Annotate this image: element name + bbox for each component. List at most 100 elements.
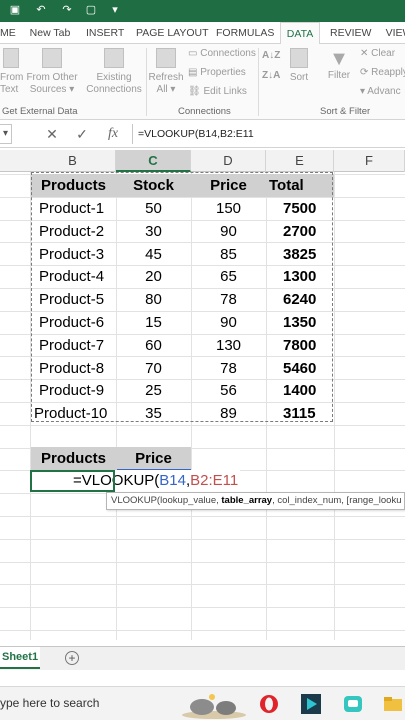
connections-button[interactable]: ▭ Connections bbox=[188, 48, 256, 60]
name-box[interactable]: ▾ bbox=[0, 124, 12, 144]
table-cell[interactable]: 2700 bbox=[266, 220, 334, 243]
tab-formulas[interactable]: FORMULAS bbox=[216, 22, 274, 44]
enter-icon[interactable]: ✓ bbox=[74, 125, 90, 143]
table-cell[interactable]: 6240 bbox=[266, 288, 334, 311]
table-cell[interactable]: 20 bbox=[116, 265, 191, 288]
lookup-header-products[interactable]: Products bbox=[31, 447, 116, 470]
table-cell[interactable]: 3115 bbox=[266, 402, 334, 425]
table-cell[interactable]: Product-2 bbox=[31, 220, 116, 243]
table-cell[interactable]: 78 bbox=[191, 357, 266, 380]
table-cell[interactable]: 3825 bbox=[266, 243, 334, 266]
table-cell[interactable]: 25 bbox=[116, 379, 191, 402]
table-header-total[interactable]: Total bbox=[266, 174, 334, 197]
insert-function-icon[interactable]: fx bbox=[104, 125, 122, 143]
folder-icon[interactable] bbox=[382, 693, 404, 715]
table-cell[interactable]: 60 bbox=[116, 334, 191, 357]
column-header-c[interactable]: C bbox=[116, 150, 191, 172]
table-cell[interactable]: Product-5 bbox=[31, 288, 116, 311]
tab-data[interactable]: DATA bbox=[280, 22, 320, 45]
column-header-b[interactable]: B bbox=[30, 150, 116, 172]
column-headers: B C D E F bbox=[0, 150, 405, 172]
table-cell[interactable]: 50 bbox=[116, 197, 191, 220]
tab-home[interactable]: ME bbox=[0, 22, 16, 44]
table-cell[interactable]: 80 bbox=[116, 288, 191, 311]
tab-insert[interactable]: INSERT bbox=[86, 22, 124, 44]
clear-button[interactable]: ✕ Clear bbox=[360, 48, 395, 60]
opera-icon[interactable] bbox=[258, 693, 280, 715]
table-cell[interactable]: 78 bbox=[191, 288, 266, 311]
filter-button[interactable]: ▼ Filter bbox=[324, 48, 354, 82]
lookup-header-price[interactable]: Price bbox=[116, 447, 191, 470]
windows-taskbar: ype here to search bbox=[0, 686, 405, 720]
table-header-products[interactable]: Products bbox=[31, 174, 116, 197]
table-cell[interactable]: 56 bbox=[191, 379, 266, 402]
table-header-price[interactable]: Price bbox=[191, 174, 266, 197]
table-cell[interactable]: 35 bbox=[116, 402, 191, 425]
sort-az-button[interactable]: A↓Z bbox=[262, 50, 280, 62]
undo-icon[interactable]: ↶ bbox=[34, 3, 48, 17]
column-header-d[interactable]: D bbox=[191, 150, 266, 172]
tab-view[interactable]: VIEW bbox=[384, 22, 405, 44]
table-cell[interactable]: 5460 bbox=[266, 357, 334, 380]
table-cell[interactable]: Product-7 bbox=[31, 334, 116, 357]
table-cell[interactable]: 65 bbox=[191, 265, 266, 288]
redo-icon[interactable]: ↷ bbox=[60, 3, 74, 17]
column-header-e[interactable]: E bbox=[266, 150, 334, 172]
table-cell[interactable]: 130 bbox=[191, 334, 266, 357]
reapply-button[interactable]: ⟳ Reapply bbox=[360, 67, 405, 79]
table-cell[interactable]: Product-10 bbox=[31, 402, 116, 425]
refresh-all-button[interactable]: Refresh All ▾ bbox=[148, 48, 184, 96]
formula-bar: ▾ ✕ ✓ fx =VLOOKUP(B14,B2:E11 bbox=[0, 120, 405, 148]
worksheet-grid[interactable]: Products Stock Price Total Product-1 50 15… bbox=[0, 172, 405, 640]
table-cell[interactable]: 85 bbox=[191, 243, 266, 266]
app-icon[interactable] bbox=[342, 693, 364, 715]
cancel-icon[interactable]: ✕ bbox=[44, 125, 60, 143]
tooltip-fn: VLOOKUP( bbox=[111, 495, 161, 506]
advanced-button[interactable]: ▾ Advanc bbox=[360, 86, 401, 98]
sort-za-button[interactable]: Z↓A bbox=[262, 70, 280, 82]
properties-icon: ▤ bbox=[188, 67, 201, 78]
table-cell[interactable]: 70 bbox=[116, 357, 191, 380]
taskbar-search-box[interactable]: ype here to search bbox=[0, 696, 99, 710]
media-player-icon[interactable] bbox=[300, 693, 322, 715]
table-cell[interactable]: 1400 bbox=[266, 379, 334, 402]
table-cell[interactable]: Product-3 bbox=[31, 243, 116, 266]
table-cell[interactable]: 90 bbox=[191, 311, 266, 334]
connections-icon: ▭ bbox=[188, 48, 201, 59]
tab-page-layout[interactable]: PAGE LAYOUT bbox=[136, 22, 209, 44]
table-cell[interactable]: 90 bbox=[191, 220, 266, 243]
table-cell[interactable]: 1350 bbox=[266, 311, 334, 334]
table-cell[interactable]: 150 bbox=[191, 197, 266, 220]
more-icon[interactable]: ▾ bbox=[108, 3, 122, 17]
column-header-f[interactable]: F bbox=[334, 150, 405, 172]
table-cell[interactable]: 45 bbox=[116, 243, 191, 266]
from-text-button[interactable]: From Text bbox=[0, 48, 23, 96]
table-cell[interactable]: Product-9 bbox=[31, 379, 116, 402]
table-cell[interactable]: Product-8 bbox=[31, 357, 116, 380]
table-cell[interactable]: 1300 bbox=[266, 265, 334, 288]
tab-review[interactable]: REVIEW bbox=[330, 22, 371, 44]
properties-button[interactable]: ▤ Properties bbox=[188, 67, 246, 79]
table-cell[interactable]: 15 bbox=[116, 311, 191, 334]
from-other-sources-label: From Other Sources ▾ bbox=[26, 72, 78, 95]
table-cell[interactable]: 7800 bbox=[266, 334, 334, 357]
formula-input[interactable]: =VLOOKUP(B14,B2:E11 bbox=[132, 124, 405, 144]
sort-button[interactable]: Sort bbox=[286, 48, 312, 84]
existing-connections-button[interactable]: Existing Connections bbox=[84, 48, 144, 96]
add-sheet-icon[interactable]: + bbox=[65, 651, 79, 665]
tooltip-arg-lookup-value: lookup_value, bbox=[160, 495, 222, 506]
save-icon[interactable]: ▣ bbox=[8, 3, 22, 17]
from-other-sources-button[interactable]: From Other Sources ▾ bbox=[24, 48, 80, 96]
blank-icon[interactable]: ▢ bbox=[84, 3, 98, 17]
table-cell[interactable]: 30 bbox=[116, 220, 191, 243]
table-cell[interactable]: Product-1 bbox=[31, 197, 116, 220]
table-cell[interactable]: Product-4 bbox=[31, 265, 116, 288]
table-header-stock[interactable]: Stock bbox=[116, 174, 191, 197]
gridline bbox=[0, 584, 405, 586]
table-cell[interactable]: 7500 bbox=[266, 197, 334, 220]
edit-links-button[interactable]: ⛓ Edit Links bbox=[188, 86, 247, 98]
sheet-tab-sheet1[interactable]: Sheet1 bbox=[0, 647, 40, 669]
tab-new-tab[interactable]: New Tab bbox=[28, 22, 72, 44]
table-cell[interactable]: 89 bbox=[191, 402, 266, 425]
table-cell[interactable]: Product-6 bbox=[31, 311, 116, 334]
